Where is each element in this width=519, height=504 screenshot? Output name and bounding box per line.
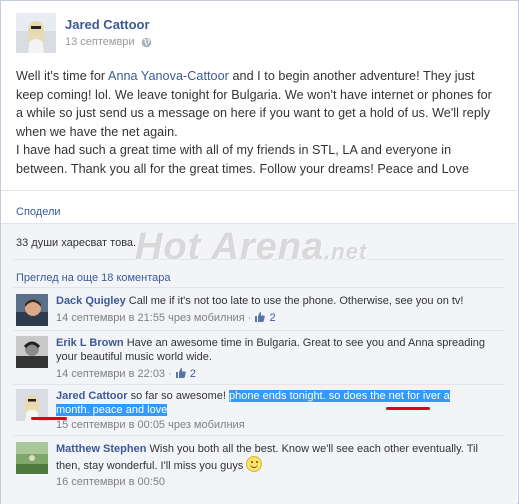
post-paragraph-2: I have had such a great time with all of… [16, 143, 470, 176]
watermark: Hot Arena.net [135, 226, 367, 269]
comment-meta: 15 септември в 00:05 чрез мобилния [56, 419, 504, 432]
divider [1, 190, 517, 191]
comment-author[interactable]: Jared Cattoor [56, 390, 128, 402]
selected-text: phone ends tonight. so does the net for … [229, 390, 450, 402]
red-underline-mark [31, 417, 67, 420]
post-message: Well it's time for Anna Yanova-Cattoor a… [16, 67, 498, 179]
comment-timestamp[interactable]: 15 септември в 00:05 чрез мобилния [56, 419, 245, 431]
comment-timestamp[interactable]: 14 септември в 22:03 [56, 368, 165, 380]
comment-author[interactable]: Matthew Stephen [56, 443, 146, 455]
divider [13, 435, 504, 436]
author-avatar[interactable] [16, 13, 56, 53]
post-date[interactable]: 13 септември [65, 36, 135, 48]
comment-meta: 14 септември в 22:03 · 2 [56, 367, 502, 381]
globe-icon [141, 37, 152, 48]
commenter-avatar[interactable] [16, 442, 48, 474]
share-link[interactable]: Сподели [16, 206, 61, 218]
selected-text: month. peace and love [56, 404, 168, 416]
divider [13, 330, 504, 331]
thumbs-up-icon[interactable] [254, 311, 266, 323]
post-paragraph-1: Well it's time for Anna Yanova-Cattoor a… [16, 67, 498, 141]
comment-meta: 14 септември в 21:55 чрез мобилния · 2 [56, 311, 502, 325]
tagged-user-link[interactable]: Anna Yanova-Cattoor [108, 69, 229, 83]
watermark-text: Hot Arena [135, 226, 325, 268]
divider [13, 287, 504, 288]
comment-text: so far so awesome! [130, 390, 230, 402]
watermark-tld: .net [324, 239, 368, 264]
comment-text: Call me if it's not too late to use the … [128, 295, 464, 307]
commenter-avatar[interactable] [16, 294, 48, 326]
post-text: Well it's time for [16, 69, 108, 83]
comment-timestamp[interactable]: 16 септември в 00:50 [56, 476, 165, 488]
meta-separator: · [247, 312, 252, 324]
view-more-comments-link[interactable]: Преглед на още 18 коментара [16, 272, 171, 284]
post-author-name[interactable]: Jared Cattoor [65, 17, 150, 32]
divider [1, 223, 517, 224]
comment-author[interactable]: Erik L Brown [56, 337, 124, 349]
thumbs-up-icon[interactable] [175, 367, 187, 379]
red-underline-mark [386, 407, 430, 410]
comment-like-count[interactable]: 2 [270, 312, 276, 324]
comment-author[interactable]: Dack Quigley [56, 295, 126, 307]
divider [13, 384, 504, 385]
smile-emoticon-icon [246, 456, 263, 472]
commenter-avatar[interactable] [16, 336, 48, 368]
comment-like-count[interactable]: 2 [190, 368, 196, 380]
meta-separator: · [168, 368, 172, 380]
likes-summary[interactable]: 33 души харесват това. [16, 237, 136, 249]
comment-meta: 16 септември в 00:50 [56, 476, 502, 489]
comment-timestamp[interactable]: 14 септември в 21:55 чрез мобилния [56, 312, 245, 324]
